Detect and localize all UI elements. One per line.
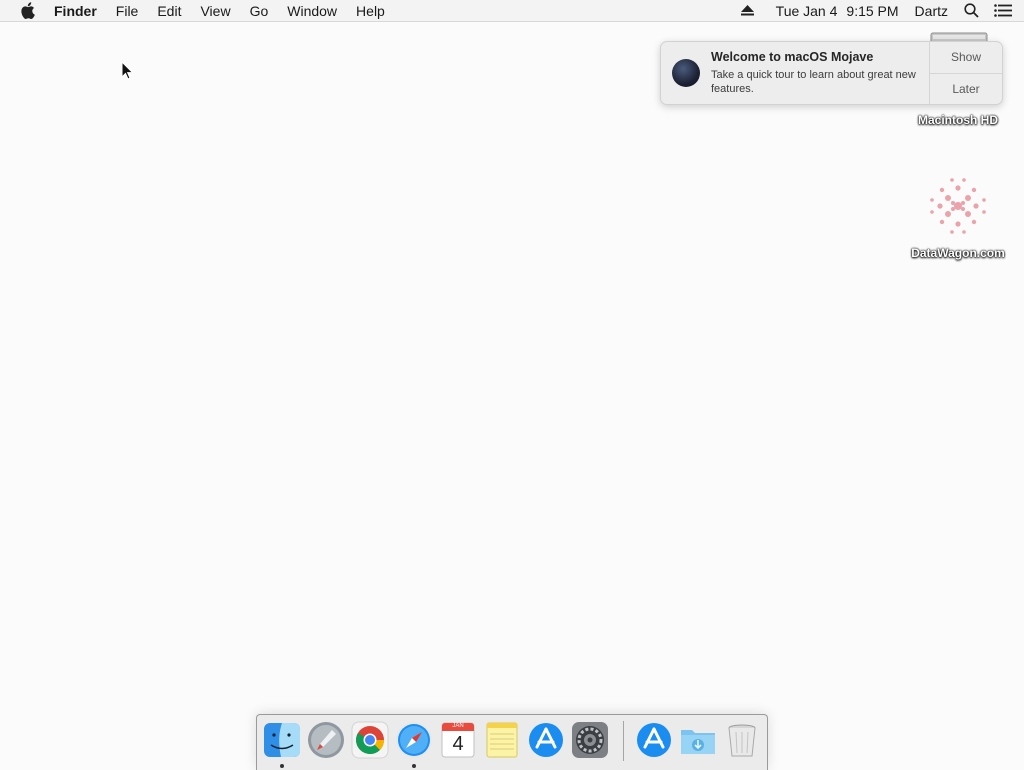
calendar-icon[interactable]: JAN 4 [438, 720, 478, 760]
menu-file[interactable]: File [116, 3, 139, 19]
desktop-icon-label: DataWagon.com [911, 246, 1005, 260]
apple-menu-icon[interactable] [20, 2, 36, 20]
desktop-icon-datawagon[interactable]: DataWagon.com [903, 170, 1013, 260]
safari-icon[interactable] [394, 720, 434, 768]
mojave-icon [672, 59, 700, 87]
menu-edit[interactable]: Edit [157, 3, 181, 19]
mouse-cursor-icon [121, 61, 134, 80]
calendar-day: 4 [452, 733, 464, 755]
app-store-icon[interactable] [526, 720, 566, 760]
chrome-icon[interactable] [350, 720, 390, 760]
notification-body: Take a quick tour to learn about great n… [711, 69, 916, 95]
clock-time[interactable]: 9:15 PM [846, 3, 898, 19]
dock: JAN 4 [256, 714, 768, 770]
clock-date[interactable]: Tue Jan 4 [776, 3, 838, 19]
menu-finder[interactable]: Finder [54, 3, 97, 19]
menu-go[interactable]: Go [250, 3, 269, 19]
notification-center-icon[interactable] [994, 4, 1012, 17]
downloads-folder-icon[interactable] [678, 720, 718, 760]
desktop[interactable] [0, 23, 1024, 768]
running-indicator [412, 764, 416, 768]
user-name[interactable]: Dartz [915, 3, 948, 19]
show-button[interactable]: Show [930, 42, 1002, 73]
app-store-icon[interactable] [634, 720, 674, 760]
spotlight-search-icon[interactable] [964, 3, 979, 18]
dock-separator [623, 721, 624, 761]
notification-title: Welcome to macOS Mojave [711, 50, 874, 64]
later-button[interactable]: Later [930, 72, 1002, 105]
finder-icon[interactable] [262, 720, 302, 768]
notes-icon[interactable] [482, 720, 522, 760]
system-preferences-icon[interactable] [570, 720, 610, 760]
menu-window[interactable]: Window [287, 3, 337, 19]
eject-icon[interactable] [740, 5, 754, 16]
menu-help[interactable]: Help [356, 3, 385, 19]
menu-view[interactable]: View [200, 3, 230, 19]
welcome-notification[interactable]: Welcome to macOS Mojave Take a quick tou… [660, 41, 1003, 105]
disk-image-icon [918, 170, 998, 242]
desktop-icon-label: Macintosh HD [917, 113, 998, 127]
menu-bar: Finder File Edit View Go Window Help Tue… [0, 0, 1024, 22]
running-indicator [280, 764, 284, 768]
calendar-month: JAN [452, 723, 464, 729]
launchpad-icon[interactable] [306, 720, 346, 760]
trash-icon[interactable] [722, 720, 762, 760]
